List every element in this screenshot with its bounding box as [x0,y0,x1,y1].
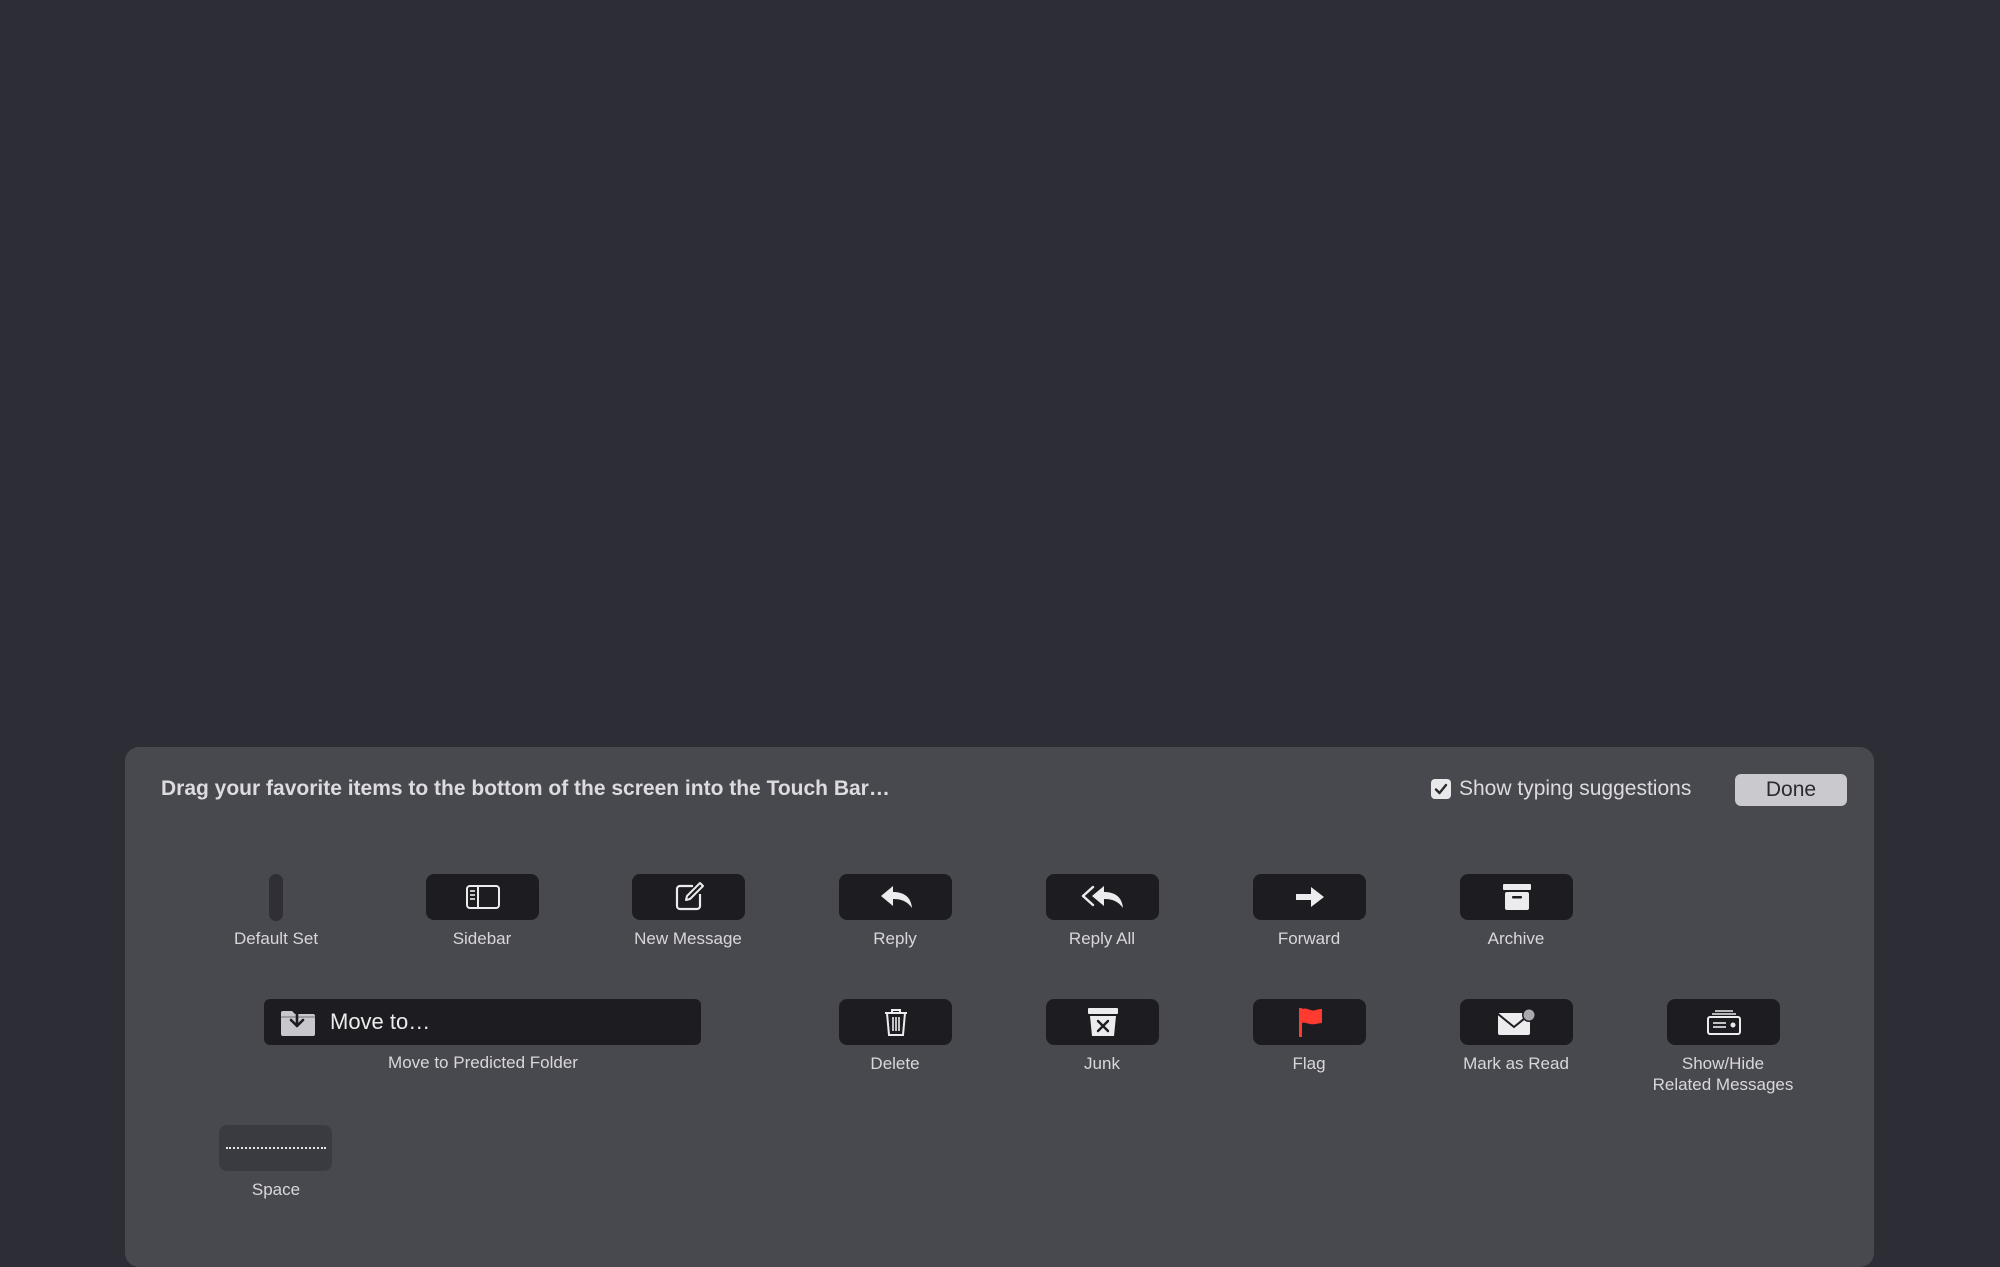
done-button[interactable]: Done [1735,774,1847,806]
space-dots [225,1147,326,1149]
compose-icon [675,882,704,911]
flag-label: Flag [1292,1054,1326,1073]
show-hide-label-line2: Related Messages [1652,1075,1794,1094]
show-hide-related-label: Show/Hide Related Messages [1623,1053,1823,1095]
sidebar-icon [465,885,500,909]
reply-all-button[interactable] [1046,874,1159,920]
show-typing-suggestions-toggle[interactable]: Show typing suggestions [1431,777,1691,801]
show-hide-related-button[interactable] [1667,999,1780,1045]
show-typing-suggestions-label: Show typing suggestions [1459,777,1692,800]
mark-as-read-button[interactable] [1460,999,1573,1045]
flag-icon [1298,1008,1322,1037]
move-to-predicted-folder-label: Move to Predicted Folder [388,1053,578,1072]
trash-icon [884,1009,907,1036]
new-message-button[interactable] [632,874,745,920]
default-set-label: Default Set [233,929,319,948]
folder-move-icon [281,1007,315,1036]
junk-button[interactable] [1046,999,1159,1045]
delete-button[interactable] [839,999,952,1045]
reply-all-label: Reply All [1068,929,1136,948]
sidebar-label: Sidebar [452,929,512,948]
mark-as-read-label: Mark as Read [1463,1054,1569,1073]
reply-icon [880,886,912,908]
forward-button[interactable] [1253,874,1366,920]
archive-box-icon [1502,884,1531,910]
related-messages-icon [1706,1010,1741,1035]
space-button[interactable] [219,1125,332,1171]
junk-label: Junk [1084,1054,1120,1073]
instructions-text: Drag your favorite items to the bottom o… [161,777,890,800]
move-to-button[interactable]: Move to… [264,999,701,1045]
move-to-text: Move to… [330,1009,431,1034]
delete-label: Delete [870,1054,920,1073]
space-label: Space [251,1180,301,1199]
reply-button[interactable] [839,874,952,920]
junk-bin-icon [1087,1008,1118,1036]
show-hide-label-line1: Show/Hide [1681,1054,1765,1073]
touchbar-customization-panel: Drag your favorite items to the bottom o… [125,747,1874,1267]
reply-all-icon [1081,885,1123,908]
sidebar-button[interactable] [426,874,539,920]
envelope-unread-icon [1496,1008,1536,1035]
flag-button[interactable] [1253,999,1366,1045]
new-message-label: New Message [634,929,742,948]
archive-button[interactable] [1460,874,1573,920]
forward-arrow-icon [1295,887,1324,907]
forward-label: Forward [1277,929,1341,948]
default-set-pill[interactable] [269,874,283,921]
checkmark-icon [1434,783,1448,795]
reply-label: Reply [873,929,917,948]
checkbox[interactable] [1431,779,1451,799]
archive-label: Archive [1487,929,1545,948]
